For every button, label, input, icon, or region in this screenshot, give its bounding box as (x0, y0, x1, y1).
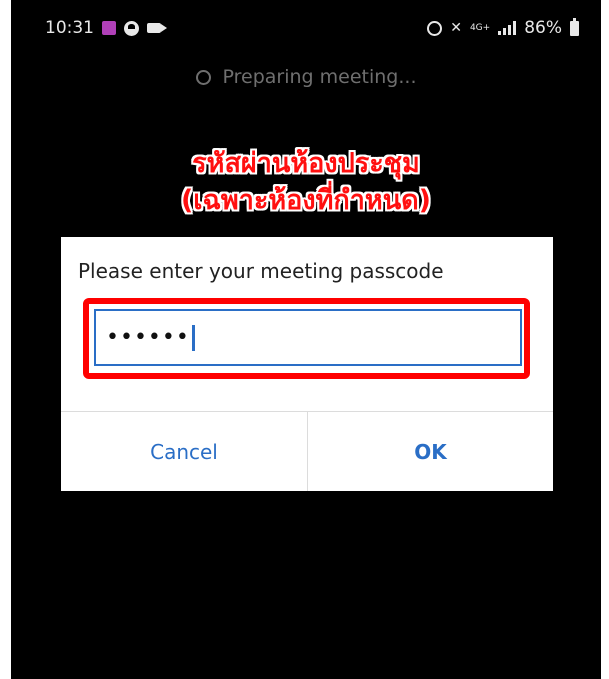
status-bar-left: 10:31 (45, 18, 167, 38)
battery-icon (570, 17, 579, 36)
cancel-button[interactable]: Cancel (61, 412, 307, 491)
app-notification-icon (102, 21, 116, 35)
annotation-line-1: รหัสผ่านห้องประชุม (192, 148, 420, 179)
status-bar: 10:31 ✕ 4G+ 86% (11, 0, 601, 56)
loading-spinner-icon (195, 70, 211, 85)
annotation-line-2: (เฉพาะห้องที่กำหนด) (180, 185, 432, 216)
text-cursor (191, 324, 195, 351)
video-camera-icon (147, 23, 167, 33)
preparing-meeting-status: Preparing meeting... (11, 66, 601, 88)
preparing-text: Preparing meeting... (222, 66, 417, 88)
account-icon (124, 20, 139, 36)
passcode-dialog: Please enter your meeting passcode •••••… (61, 237, 553, 491)
dialog-title: Please enter your meeting passcode (78, 259, 444, 283)
battery-percentage: 86% (524, 18, 562, 38)
phone-screen: 10:31 ✕ 4G+ 86% Preparing meeting... รหั… (11, 0, 601, 679)
alarm-icon (427, 20, 443, 36)
passcode-value: •••••• (106, 325, 190, 350)
passcode-input[interactable]: •••••• (94, 309, 522, 366)
status-bar-right: ✕ 4G+ 86% (427, 17, 579, 38)
network-type-label: 4G+ (469, 22, 491, 33)
mute-icon: ✕ (450, 20, 462, 36)
clock: 10:31 (45, 18, 94, 38)
signal-strength-icon (498, 21, 517, 35)
ok-button[interactable]: OK (308, 412, 553, 491)
